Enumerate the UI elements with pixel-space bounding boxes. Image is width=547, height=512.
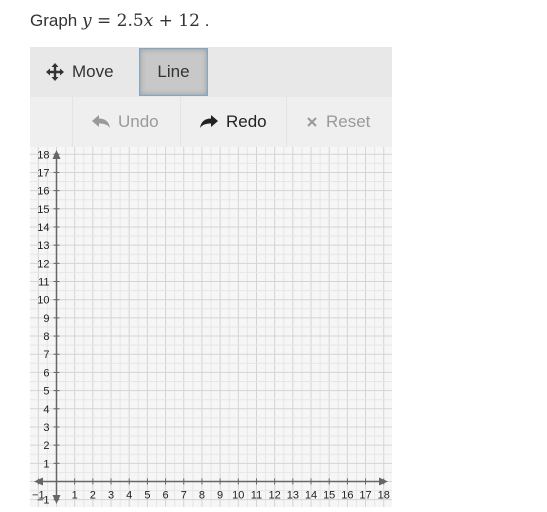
reset-button[interactable]: Reset bbox=[306, 97, 370, 147]
y-tick-label: 14 bbox=[37, 222, 49, 234]
y-tick-label: 1 bbox=[43, 458, 49, 470]
x-tick-label: 3 bbox=[108, 490, 114, 502]
grid bbox=[30, 147, 392, 507]
y-tick-label: 13 bbox=[37, 240, 49, 252]
x-tick-label: 12 bbox=[269, 490, 281, 502]
y-tick-label: 10 bbox=[37, 295, 49, 307]
line-tool-button[interactable]: Line bbox=[139, 48, 208, 96]
prompt-prefix: Graph bbox=[30, 11, 78, 30]
action-row: Undo Redo Reset bbox=[30, 97, 392, 147]
reset-label: Reset bbox=[326, 112, 371, 131]
x-tick-label: 1 bbox=[72, 490, 78, 502]
x-tick-label: 6 bbox=[163, 490, 169, 502]
y-tick-label: 2 bbox=[43, 440, 49, 452]
divider bbox=[286, 97, 287, 147]
divider bbox=[72, 97, 73, 147]
y-tick-label: 4 bbox=[43, 404, 49, 416]
y-tick-label: 9 bbox=[43, 313, 49, 325]
x-icon bbox=[307, 117, 317, 127]
x-tick-label: 2 bbox=[90, 490, 96, 502]
x-tick-label: 10 bbox=[232, 490, 244, 502]
x-tick-label: 13 bbox=[287, 490, 299, 502]
equation: y = 2.5x + 12 bbox=[81, 11, 200, 31]
y-tick-label: 16 bbox=[37, 186, 49, 198]
x-tick-label: 11 bbox=[251, 490, 262, 502]
x-tick-label: 8 bbox=[199, 490, 205, 502]
x-tick-label: 9 bbox=[217, 490, 223, 502]
redo-button[interactable]: Redo bbox=[200, 97, 267, 147]
y-tick-label: 17 bbox=[37, 167, 49, 179]
y-tick-label: 6 bbox=[43, 367, 49, 379]
tool-row: Move Line bbox=[30, 47, 392, 97]
y-tick-label: 15 bbox=[37, 204, 49, 216]
redo-label: Redo bbox=[226, 112, 267, 131]
x-tick-label: 14 bbox=[305, 490, 317, 502]
y-tick-label: 12 bbox=[37, 258, 49, 270]
x-tick-label: 4 bbox=[126, 490, 132, 502]
y-tick-label: 7 bbox=[43, 349, 49, 361]
move-arrows-icon bbox=[46, 63, 64, 81]
undo-arrow-icon bbox=[92, 115, 110, 128]
undo-label: Undo bbox=[118, 112, 159, 131]
y-tick-label: 8 bbox=[43, 331, 49, 343]
undo-button[interactable]: Undo bbox=[92, 97, 159, 147]
move-tool-button[interactable]: Move bbox=[46, 47, 114, 97]
y-tick-label: 5 bbox=[43, 386, 49, 398]
prompt-suffix: . bbox=[199, 11, 210, 30]
y-tick-label: 18 bbox=[37, 149, 49, 161]
coordinate-plane[interactable]: −1 1 2 3 4 5 6 7 8 9 10 11 12 13 14 15 16 17 18−1123456789… bbox=[30, 147, 392, 507]
graph-prompt: Graph y = 2.5x + 12 . bbox=[30, 11, 209, 31]
y-tick-label: 3 bbox=[43, 422, 49, 434]
y-tick-label: 11 bbox=[38, 277, 49, 289]
line-label: Line bbox=[157, 62, 190, 81]
x-tick-label: 7 bbox=[181, 490, 187, 502]
move-label: Move bbox=[72, 62, 114, 81]
x-tick-label: 17 bbox=[359, 490, 371, 502]
x-tick-label: 18 bbox=[378, 490, 390, 502]
x-tick-label: 5 bbox=[144, 490, 150, 502]
y-tick-label: −1 bbox=[37, 495, 50, 507]
x-tick-label: 15 bbox=[323, 490, 335, 502]
x-tick-label: 16 bbox=[341, 490, 353, 502]
divider bbox=[180, 97, 181, 147]
redo-arrow-icon bbox=[200, 115, 218, 128]
